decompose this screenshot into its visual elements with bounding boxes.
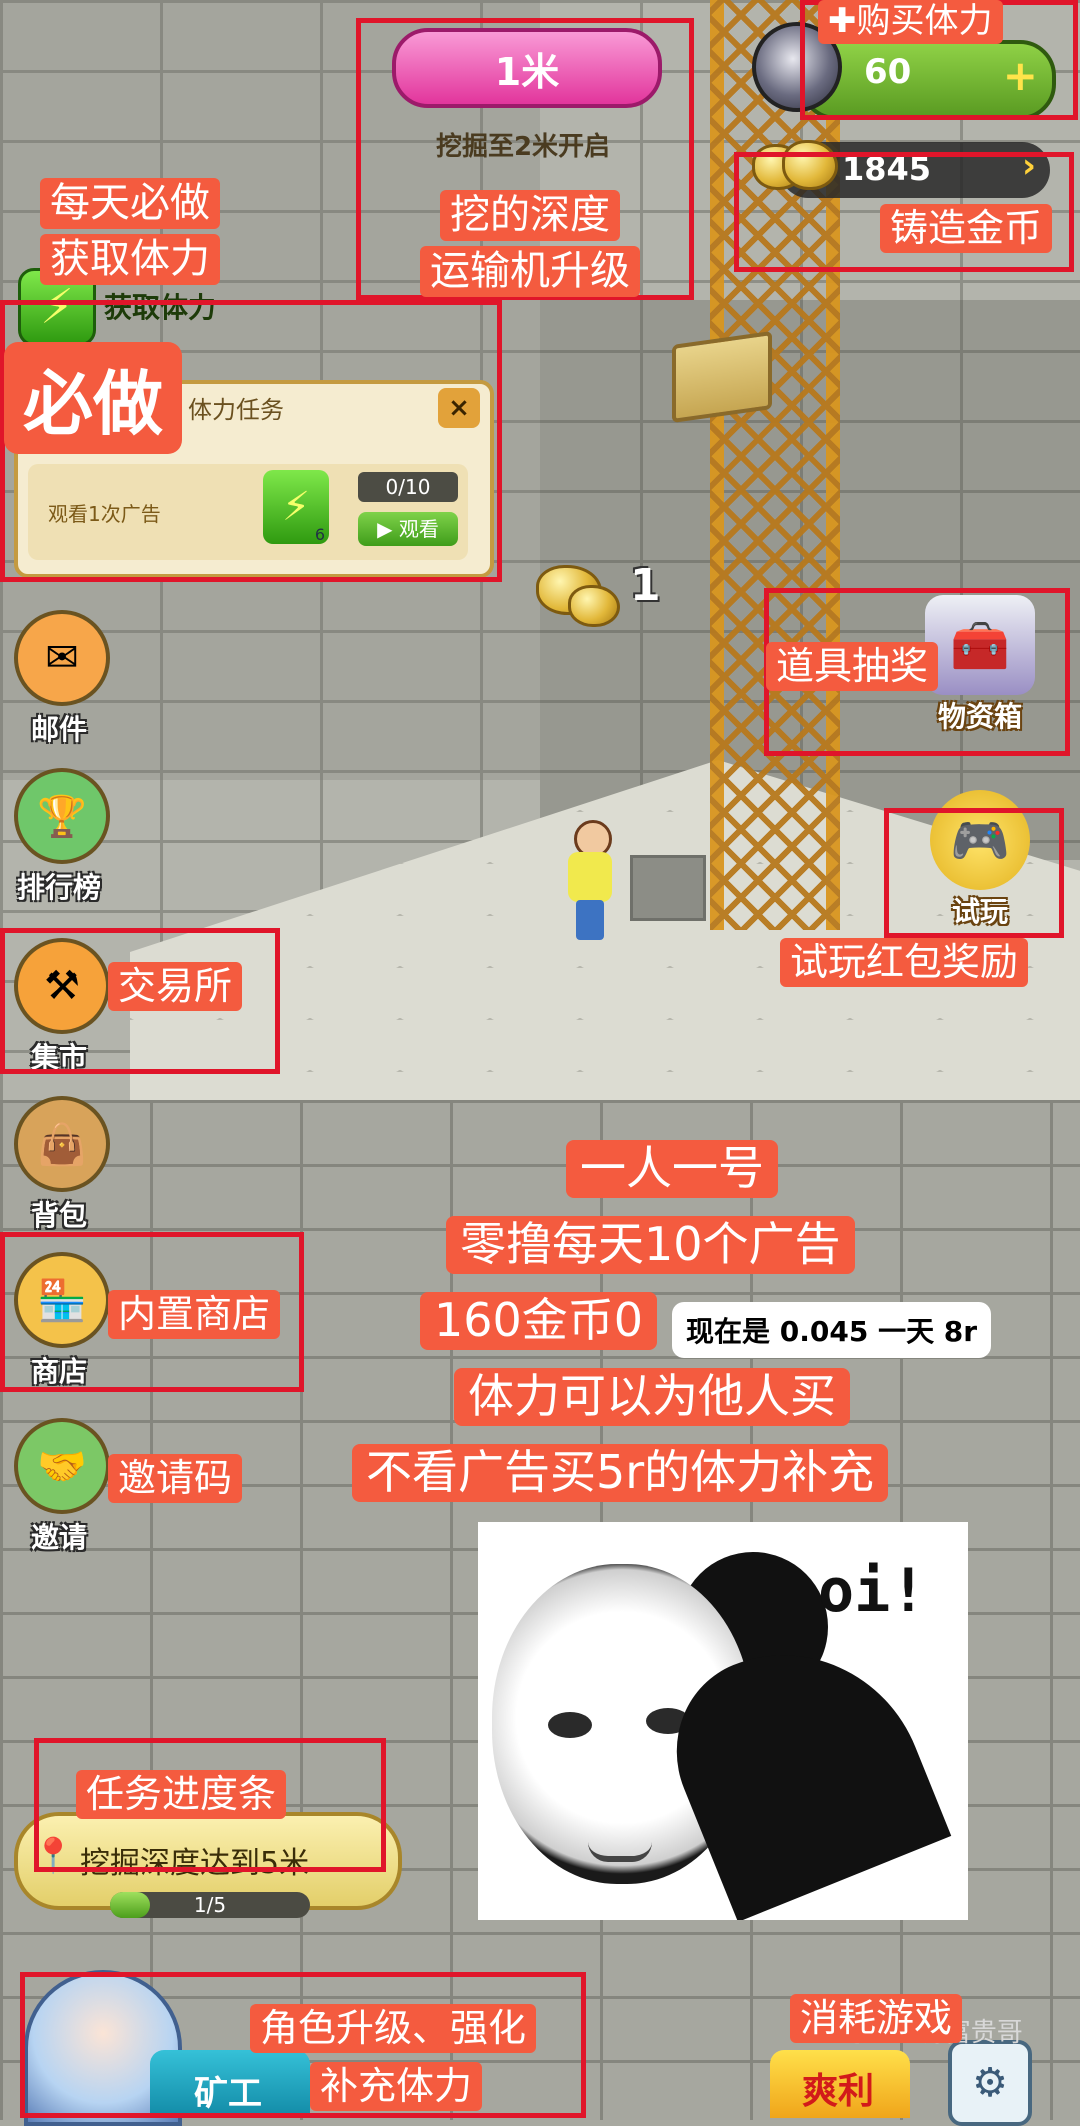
annotation-mint-coins: 铸造金币 [880,204,1053,253]
handshake-icon: 🤝 [14,1418,110,1514]
annotation-role: 补充体力 [310,2062,483,2111]
promo-line: 一人一号 [566,1140,778,1198]
annotation-exchange: 交易所 [108,962,243,1011]
stone-block[interactable] [630,855,706,921]
annotation-invite-code: 邀请码 [108,1454,243,1503]
annotation-builtin-shop: 内置商店 [108,1290,281,1339]
backpack-button[interactable]: 👜 背包 [14,1096,110,1234]
promo-line: 不看广告买5r的体力补充 [352,1444,889,1502]
annotation-box [884,808,1064,938]
side-menu-label: 排行榜 [16,871,101,904]
promo-overlay: 现在是 0.045 一天 8r [672,1302,992,1358]
annotation-daily: 每天必做 [40,178,220,230]
bonus-button[interactable]: 爽利 [770,2050,910,2118]
annotation-mission-bar: 任务进度条 [76,1770,287,1819]
floating-number: 1 [630,560,661,611]
gold-ore-icon[interactable] [568,585,620,627]
transport-crate [672,330,772,424]
annotation-depth: 挖的深度 [440,190,620,242]
mail-button[interactable]: ✉ 邮件 [14,610,110,748]
mail-icon: ✉ [14,610,110,706]
annotation-item-lottery: 道具抽奖 [766,642,939,691]
side-menu-label: 背包 [30,1199,87,1232]
promo-line: 160金币0 [420,1292,658,1350]
trophy-icon: 🏆 [14,768,110,864]
annotation-daily: 获取体力 [40,234,220,286]
annotation-consume-game: 消耗游戏 [790,1994,963,2043]
backpack-icon: 👜 [14,1096,110,1192]
miner-character [560,820,620,940]
settings-icon[interactable]: ⚙ [948,2040,1032,2126]
leaderboard-button[interactable]: 🏆 排行榜 [14,768,110,906]
annotation-role: 角色升级、强化 [250,2004,537,2053]
side-menu-label: 邀请 [30,1521,87,1554]
promo-line: 零撸每天10个广告 [446,1216,855,1274]
bonus-button-label: 爽利 [802,2071,875,2112]
meme-text: oi! [818,1556,927,1626]
annotation-buy-energy: ✚购买体力 [818,0,1003,44]
mission-progress-bar: 1/5 [110,1892,310,1918]
annotation-trial-reward: 试玩红包奖励 [780,938,1029,987]
annotation-depth: 运输机升级 [420,246,640,298]
panda-meme-image: oi! [478,1522,968,1920]
invite-button[interactable]: 🤝 邀请 [14,1418,110,1556]
side-menu-label: 邮件 [30,713,87,746]
promo-line: 体力可以为他人买 [454,1368,850,1426]
mission-progress-text: 1/5 [193,1893,227,1917]
annotation-must-do: 必做 [4,342,182,454]
